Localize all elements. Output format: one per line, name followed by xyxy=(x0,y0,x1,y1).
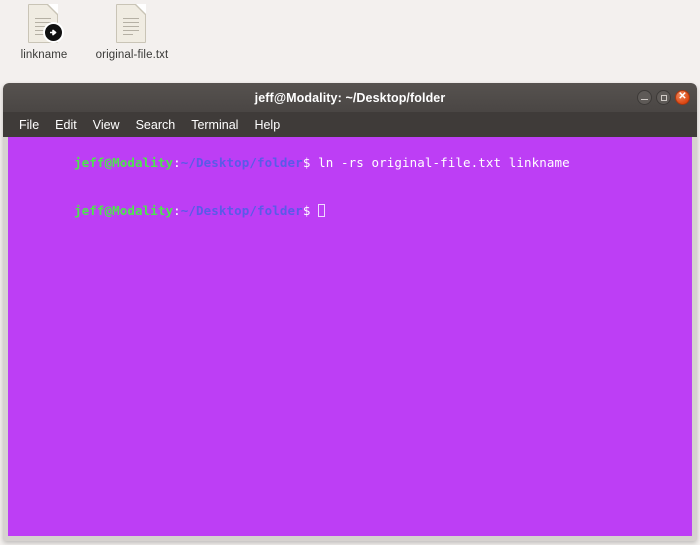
symlink-arrow-icon xyxy=(43,22,64,43)
prompt-path: ~/Desktop/folder xyxy=(180,155,303,170)
text-cursor xyxy=(318,204,326,217)
desktop[interactable]: linkname original-file.txt jeff@Modality… xyxy=(0,0,700,545)
document-text-lines xyxy=(123,18,139,38)
prompt-user-host: jeff@Modality xyxy=(74,203,174,218)
terminal-window[interactable]: jeff@Modality: ~/Desktop/folder ✕ File E… xyxy=(3,83,697,541)
close-button[interactable]: ✕ xyxy=(675,90,690,105)
document-symlink-icon xyxy=(23,2,65,46)
page-fold-corner xyxy=(48,4,58,14)
menu-item-view[interactable]: View xyxy=(85,116,128,134)
menu-item-file[interactable]: File xyxy=(11,116,47,134)
terminal-titlebar[interactable]: jeff@Modality: ~/Desktop/folder ✕ xyxy=(3,83,697,112)
desktop-icon-linkname[interactable]: linkname xyxy=(0,0,88,63)
desktop-icon-label: linkname xyxy=(20,49,68,61)
close-icon: ✕ xyxy=(678,91,687,102)
desktop-icon-list: linkname original-file.txt xyxy=(0,0,176,63)
terminal-line: jeff@Modality:~/Desktop/folder$ xyxy=(13,187,692,235)
maximize-icon xyxy=(660,94,667,101)
menu-item-help[interactable]: Help xyxy=(246,116,288,134)
window-controls: ✕ xyxy=(637,83,690,112)
desktop-icon-original-file[interactable]: original-file.txt xyxy=(88,0,176,63)
window-title: jeff@Modality: ~/Desktop/folder xyxy=(254,90,446,105)
prompt-path: ~/Desktop/folder xyxy=(180,203,303,218)
menu-item-edit[interactable]: Edit xyxy=(47,116,85,134)
minimize-button[interactable] xyxy=(637,90,652,105)
menu-item-terminal[interactable]: Terminal xyxy=(183,116,246,134)
terminal-command xyxy=(310,203,318,218)
minimize-icon xyxy=(641,99,648,100)
terminal-line: jeff@Modality:~/Desktop/folder$ ln -rs o… xyxy=(13,139,692,187)
terminal-menubar: File Edit View Search Terminal Help xyxy=(3,112,697,137)
menu-item-search[interactable]: Search xyxy=(128,116,184,134)
prompt-separator: : xyxy=(173,203,181,218)
terminal-output-area[interactable]: jeff@Modality:~/Desktop/folder$ ln -rs o… xyxy=(8,137,692,536)
desktop-icon-label: original-file.txt xyxy=(95,49,169,61)
prompt-user-host: jeff@Modality xyxy=(74,155,174,170)
terminal-command: ln -rs original-file.txt linkname xyxy=(310,155,570,170)
page-fold-corner xyxy=(136,4,146,14)
prompt-separator: : xyxy=(173,155,181,170)
document-text-icon xyxy=(111,2,153,46)
maximize-button[interactable] xyxy=(656,90,671,105)
document-shape xyxy=(116,4,146,43)
